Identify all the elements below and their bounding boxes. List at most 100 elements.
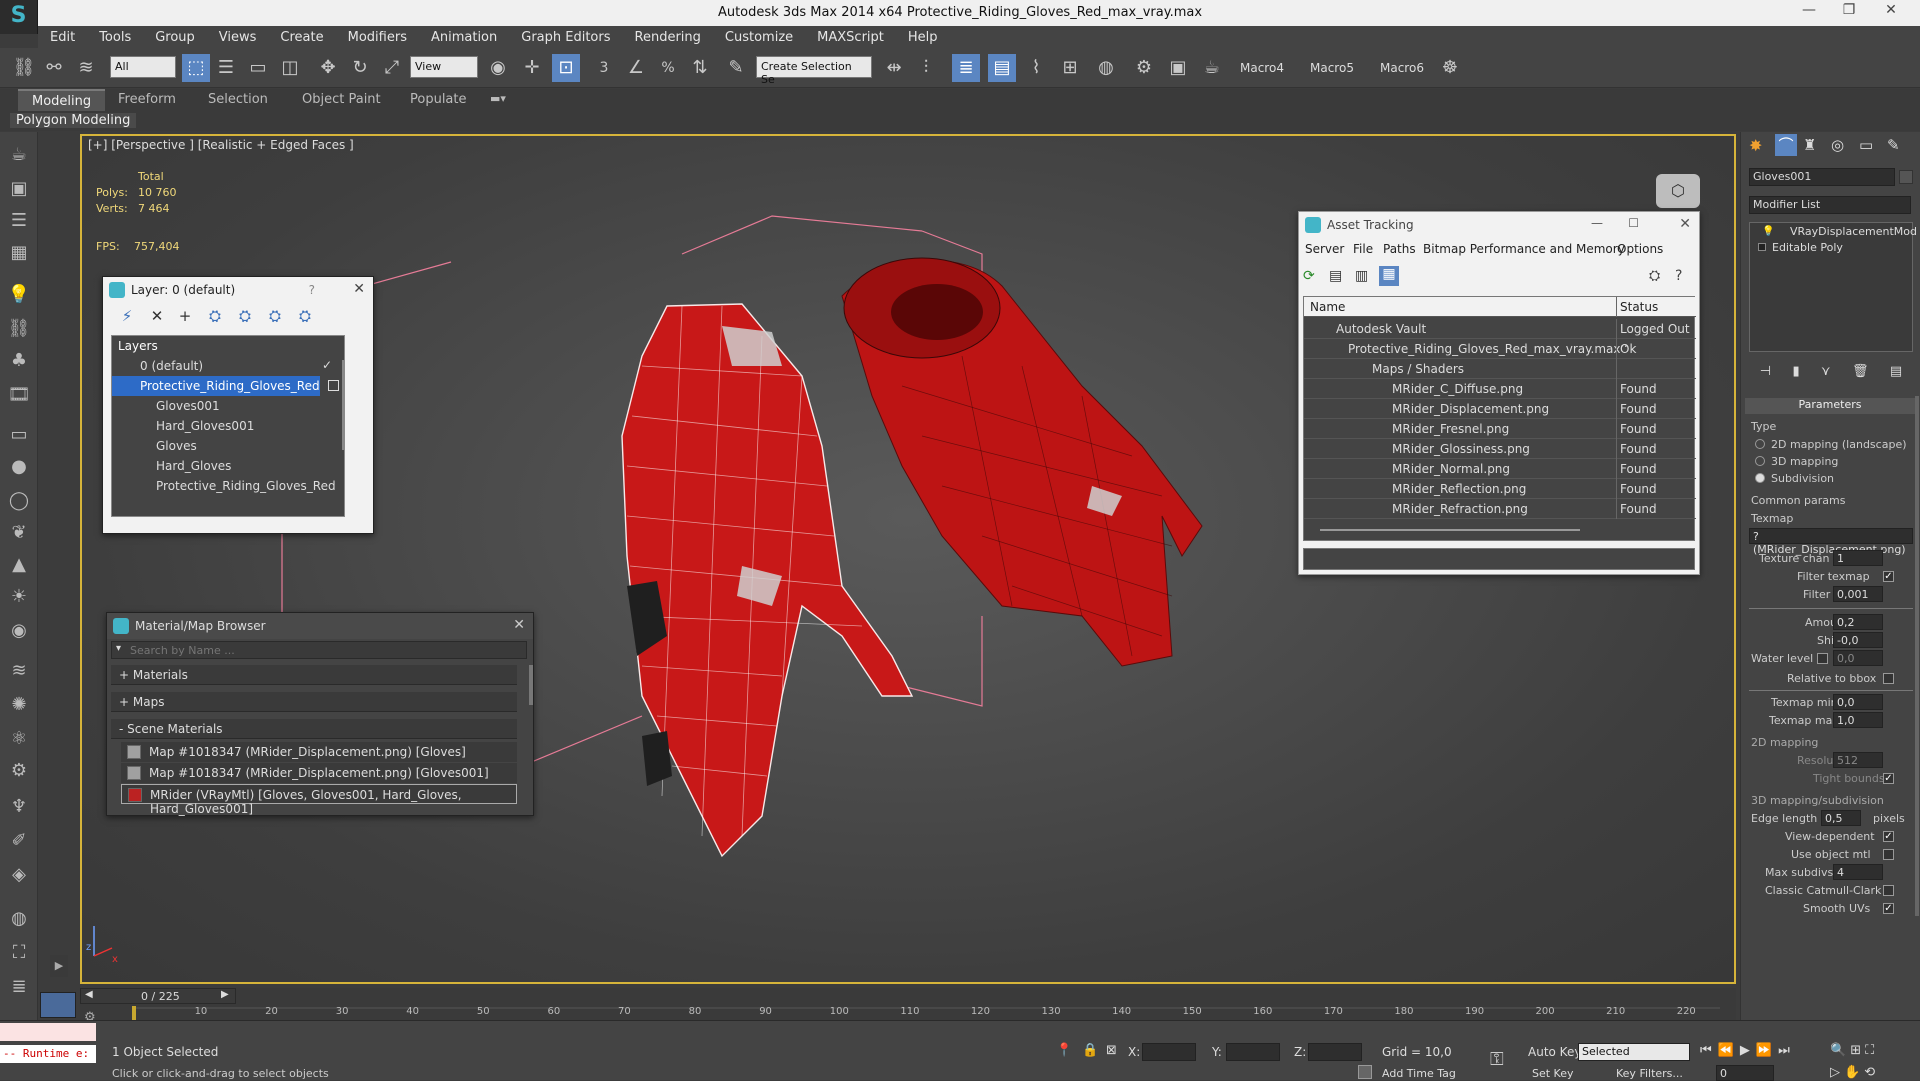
- scale-tool-icon[interactable]: ◈: [6, 862, 32, 888]
- max-subdivs-spinner[interactable]: 4: [1833, 864, 1883, 880]
- shift-spinner[interactable]: -0,0: [1833, 632, 1883, 648]
- scene-material-item[interactable]: MRider (VRayMtl) [Gloves, Gloves001, Har…: [121, 784, 517, 816]
- goto-end-icon[interactable]: ⏭: [1778, 1043, 1796, 1058]
- texture-chan-spinner[interactable]: 1: [1833, 550, 1883, 566]
- classic-cc-checkbox[interactable]: [1883, 885, 1894, 896]
- remove-modifier-icon[interactable]: 🗑: [1852, 364, 1869, 382]
- zoom-all-icon[interactable]: ⊞: [1850, 1043, 1865, 1058]
- teapot-icon[interactable]: ☕: [6, 142, 32, 168]
- select-object-icon[interactable]: ⬚: [182, 54, 210, 82]
- lightbulb-icon[interactable]: 💡: [6, 282, 32, 308]
- macro4-button[interactable]: Macro4: [1240, 61, 1284, 75]
- grass-icon[interactable]: ♆: [6, 794, 32, 820]
- tree-icon[interactable]: ♣: [6, 348, 32, 374]
- grid-icon[interactable]: ▦: [6, 240, 32, 266]
- pin-stack-icon[interactable]: ⊣: [1760, 364, 1771, 382]
- x-coordinate-field[interactable]: [1142, 1043, 1196, 1061]
- bulb-icon[interactable]: 💡: [1762, 226, 1774, 237]
- col-status[interactable]: Status: [1620, 300, 1658, 314]
- minimize-icon[interactable]: —: [1591, 216, 1603, 230]
- object-name-input[interactable]: Gloves001: [1749, 168, 1895, 186]
- menu-help[interactable]: Help: [896, 30, 950, 45]
- asset-row[interactable]: Autodesk Vault Logged Out ..: [1304, 319, 1696, 350]
- snap-toggle-icon[interactable]: 3: [590, 54, 618, 82]
- scene-material-item[interactable]: Map #1018347 (MRider_Displacement.png) […: [121, 763, 517, 783]
- layer-window-header[interactable]: Layer: 0 (default) ? ✕: [103, 277, 373, 303]
- menu-bitmap-performance[interactable]: Bitmap Performance and Memory: [1423, 242, 1625, 256]
- layer-manager-icon[interactable]: ≣: [952, 54, 980, 82]
- freeze-all-icon[interactable]: ⛭: [295, 307, 315, 327]
- z-coordinate-field[interactable]: [1308, 1043, 1362, 1061]
- script-icon[interactable]: ☸: [1436, 54, 1464, 82]
- create-tab-icon[interactable]: ✸: [1749, 136, 1762, 155]
- search-options-icon[interactable]: ▾: [116, 643, 121, 654]
- asset-path-field[interactable]: [1303, 548, 1695, 570]
- tight-bounds-checkbox[interactable]: ✓: [1883, 773, 1894, 784]
- asset-tracking-header[interactable]: Asset Tracking — ☐ ✕: [1299, 212, 1699, 238]
- scene-materials-section[interactable]: - Scene Materials: [111, 719, 517, 739]
- time-slider[interactable]: ◀ 0 / 225 ▶: [80, 988, 236, 1004]
- configure-sets-icon[interactable]: ▤: [1890, 364, 1902, 382]
- select-in-layer-icon[interactable]: ⛭: [205, 307, 225, 327]
- menu-customize[interactable]: Customize: [713, 30, 805, 45]
- scene-material-item[interactable]: Map #1018347 (MRider_Displacement.png) […: [121, 742, 517, 762]
- next-frame-icon[interactable]: ▶: [221, 989, 229, 1000]
- globe-icon[interactable]: ◍: [6, 906, 32, 932]
- help-button[interactable]: ?: [309, 283, 315, 297]
- radio-subdivision[interactable]: [1755, 473, 1765, 483]
- filter-blur-spinner[interactable]: 0,001: [1833, 586, 1883, 602]
- maps-section[interactable]: + Maps: [111, 692, 517, 712]
- list-icon[interactable]: ☰: [6, 208, 32, 234]
- torus-icon[interactable]: ◯: [6, 488, 32, 514]
- mirror-icon[interactable]: ⇹: [880, 54, 908, 82]
- tab-freeform[interactable]: Freeform: [104, 89, 190, 111]
- stack-item[interactable]: Editable Poly: [1750, 241, 1912, 256]
- hair-icon[interactable]: ≋: [6, 658, 32, 684]
- table-view-icon[interactable]: ▦: [1379, 266, 1399, 286]
- angle-snap-icon[interactable]: ∠: [622, 54, 650, 82]
- parameters-rollout[interactable]: Parameters: [1745, 398, 1915, 414]
- layer-scrollbar[interactable]: [342, 360, 345, 450]
- orbit-icon[interactable]: ⟲: [1864, 1065, 1879, 1080]
- rotate-icon[interactable]: ↻: [346, 54, 374, 82]
- spinner-snap-icon[interactable]: ⇅: [686, 54, 714, 82]
- set-key-button[interactable]: Set Key: [1532, 1067, 1574, 1080]
- browser-scrollbar[interactable]: [529, 665, 533, 705]
- macro6-button[interactable]: Macro6: [1380, 61, 1424, 75]
- new-layer-icon[interactable]: ⚡: [117, 307, 137, 327]
- polygon-modeling-tab[interactable]: Polygon Modeling: [10, 113, 137, 128]
- close-icon[interactable]: ✕: [513, 617, 525, 633]
- col-name[interactable]: Name: [1310, 300, 1345, 314]
- maximize-icon[interactable]: ☐: [1628, 216, 1639, 230]
- menu-file[interactable]: File: [1353, 242, 1373, 256]
- layer-object-row[interactable]: Gloves: [112, 436, 346, 456]
- menu-graph-editors[interactable]: Graph Editors: [509, 30, 622, 45]
- hair-tool-icon[interactable]: ✐: [6, 828, 32, 854]
- list-view-icon[interactable]: ▤: [1329, 268, 1342, 284]
- close-icon[interactable]: ✕: [1679, 216, 1691, 232]
- current-frame-field[interactable]: 0: [1716, 1065, 1774, 1081]
- edit-named-sets-icon[interactable]: ✎: [722, 54, 750, 82]
- key-filters-button[interactable]: Key Filters...: [1616, 1067, 1683, 1080]
- layer-object-row[interactable]: Hard_Gloves: [112, 456, 346, 476]
- texmap-button[interactable]: ? (MRider_Displacement.png): [1749, 528, 1913, 556]
- amount-spinner[interactable]: 0,2: [1833, 614, 1883, 630]
- cone-icon[interactable]: ▲: [6, 552, 32, 578]
- menu-group[interactable]: Group: [143, 30, 207, 45]
- key-icon[interactable]: ⚿: [1490, 1049, 1504, 1070]
- atom-icon[interactable]: ⚛: [6, 726, 32, 752]
- menu-maxscript[interactable]: MAXScript: [805, 30, 896, 45]
- close-button[interactable]: ✕: [1876, 2, 1906, 24]
- percent-snap-icon[interactable]: %: [654, 54, 682, 82]
- asset-row[interactable]: MRider_Glossiness.png Found: [1304, 439, 1696, 459]
- asset-hscrollbar[interactable]: [1320, 529, 1580, 531]
- mini-listener-button[interactable]: [40, 992, 76, 1018]
- layer-object-row[interactable]: Hard_Gloves001: [112, 416, 346, 436]
- refresh-icon[interactable]: ⟳: [1303, 268, 1315, 284]
- resolution-spinner[interactable]: 512: [1833, 752, 1883, 768]
- tab-populate[interactable]: Populate: [396, 89, 481, 111]
- bind-spacewarp-icon[interactable]: ≋: [72, 54, 100, 82]
- menu-animation[interactable]: Animation: [419, 30, 509, 45]
- object-color-swatch[interactable]: [1899, 170, 1913, 184]
- selection-filter-dropdown[interactable]: All: [110, 56, 176, 78]
